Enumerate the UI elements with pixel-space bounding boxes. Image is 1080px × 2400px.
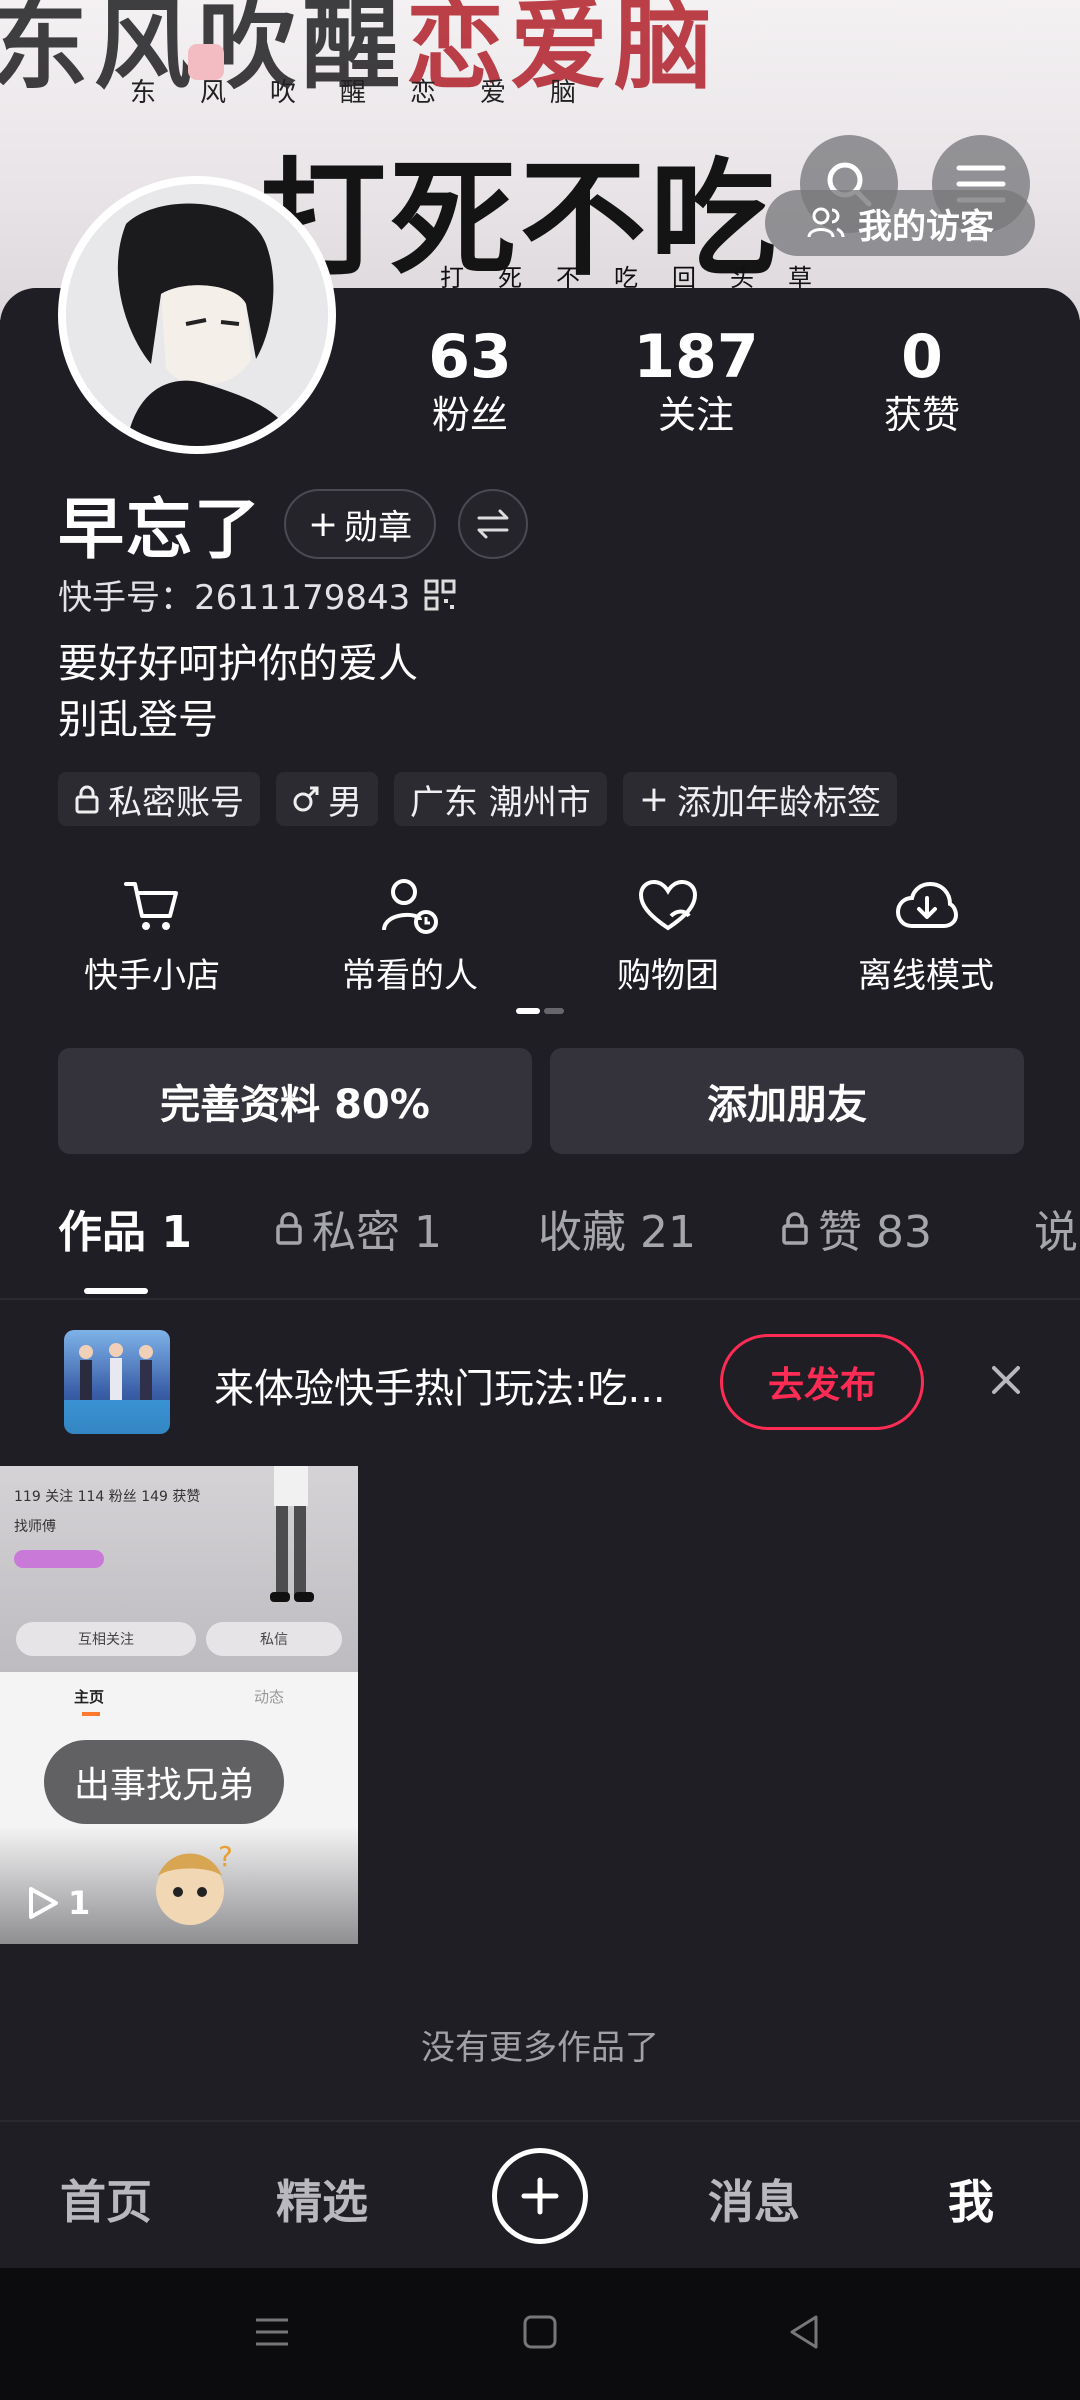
my-visitors-button[interactable]: 我的访客 xyxy=(765,190,1035,256)
stat-following[interactable]: 187 关注 xyxy=(596,322,796,438)
tab-works[interactable]: 作品 1 xyxy=(58,1196,192,1260)
heart-group-icon xyxy=(638,879,698,931)
male-icon xyxy=(293,786,319,812)
tab-private[interactable]: 私密 1 xyxy=(274,1196,442,1260)
plus-icon: + xyxy=(308,503,339,545)
promo-thumbnail[interactable] xyxy=(64,1330,170,1434)
qr-code-icon[interactable] xyxy=(424,579,456,611)
add-friend-button[interactable]: 添加朋友 xyxy=(550,1048,1024,1154)
cart-icon xyxy=(124,882,178,930)
stat-likes[interactable]: 0 获赞 xyxy=(822,322,1022,438)
system-nav-bar xyxy=(0,2268,1080,2400)
name-row: 早忘了 + 勋章 xyxy=(58,484,529,568)
promo-banner: 来体验快手热门玩法:吃... 去发布 xyxy=(0,1330,1080,1438)
tag-row: 私密账号 男 广东 潮州市 + 添加年龄标签 xyxy=(58,772,897,826)
go-publish-button[interactable]: 去发布 xyxy=(720,1334,924,1430)
stats-row: 63 粉丝 187 关注 0 获赞 xyxy=(0,322,1080,442)
nav-home[interactable]: 首页 xyxy=(60,2166,152,2232)
no-more-works-label: 没有更多作品了 xyxy=(421,2028,659,2068)
active-tab-indicator xyxy=(84,1288,148,1294)
plus-icon: + xyxy=(638,778,669,820)
swap-arrows-icon xyxy=(477,509,509,539)
bio: 要好好呵护你的爱人 别乱登号 xyxy=(58,641,418,743)
shortcut-offline-mode[interactable]: 离线模式 xyxy=(806,874,1046,997)
play-icon xyxy=(29,1887,58,1919)
stat-followers[interactable]: 63 粉丝 xyxy=(370,322,570,438)
play-count: 1 xyxy=(26,1884,90,1922)
shortcut-frequent-people[interactable]: 常看的人 xyxy=(290,874,530,997)
dancers-thumbnail xyxy=(64,1343,170,1434)
kuaishou-id-row[interactable]: 快手号：2611179843 xyxy=(58,570,456,619)
video-caption-bubble: 出事找兄弟 xyxy=(44,1740,285,1824)
tab-favorites[interactable]: 收藏 21 xyxy=(538,1196,696,1260)
shortcut-shopping-group[interactable]: 购物团 xyxy=(548,874,788,997)
profile-name: 早忘了 xyxy=(58,491,262,568)
add-badge-button[interactable]: + 勋章 xyxy=(284,489,437,559)
nav-me[interactable]: 我 xyxy=(948,2166,994,2232)
tag-gender[interactable]: 男 xyxy=(276,772,378,826)
switch-account-button[interactable] xyxy=(458,489,529,559)
cartoon-face-sticker: ? xyxy=(156,1840,233,1925)
lock-icon xyxy=(276,1212,302,1245)
nav-messages[interactable]: 消息 xyxy=(708,2166,800,2232)
lock-icon xyxy=(782,1212,808,1245)
bottom-nav: 首页 精选 消息 我 xyxy=(0,2120,1080,2268)
create-post-button[interactable] xyxy=(492,2148,588,2244)
home-icon[interactable] xyxy=(520,2312,560,2352)
cloud-download-icon xyxy=(895,881,958,928)
svg-text:?: ? xyxy=(218,1840,233,1873)
content-tabs: 作品 1 私密 1 收藏 21 赞 83 说 xyxy=(0,1196,1080,1296)
nav-featured[interactable]: 精选 xyxy=(276,2166,368,2232)
plus-icon xyxy=(521,2177,559,2215)
tab-likes[interactable]: 赞 83 xyxy=(780,1196,932,1260)
shortcut-row: 快手小店 常看的人 购物团 离线模式 xyxy=(0,874,1080,997)
person-clock-icon xyxy=(382,879,438,934)
lock-icon xyxy=(75,785,99,814)
banner-subtitle-1: 东风吹醒恋爱脑 xyxy=(130,78,621,108)
tag-private-account[interactable]: 私密账号 xyxy=(58,772,260,826)
video-thumbnail[interactable]: 119 关注 114 粉丝 149 获赞 找师傅 互相关注 私信 主页 动态 出… xyxy=(0,1466,358,1944)
tag-location[interactable]: 广东 潮州市 xyxy=(394,772,607,826)
tab-divider xyxy=(0,1298,1080,1300)
recent-apps-icon[interactable] xyxy=(252,2312,292,2352)
complete-profile-button[interactable]: 完善资料 80% xyxy=(58,1048,532,1154)
visitors-icon xyxy=(807,207,845,238)
shortcut-page-indicator xyxy=(516,1008,564,1014)
video-inner-profile: 119 关注 114 粉丝 149 获赞 找师傅 互相关注 私信 xyxy=(0,1466,358,1672)
back-icon[interactable] xyxy=(784,2312,824,2352)
promo-text[interactable]: 来体验快手热门玩法:吃... xyxy=(214,1356,666,1414)
tag-add-age[interactable]: + 添加年龄标签 xyxy=(622,772,897,826)
close-icon[interactable] xyxy=(986,1360,1026,1400)
shortcut-kuaishou-shop[interactable]: 快手小店 xyxy=(32,874,272,997)
tab-say[interactable]: 说 xyxy=(1034,1196,1078,1260)
character-figure xyxy=(270,1466,314,1602)
